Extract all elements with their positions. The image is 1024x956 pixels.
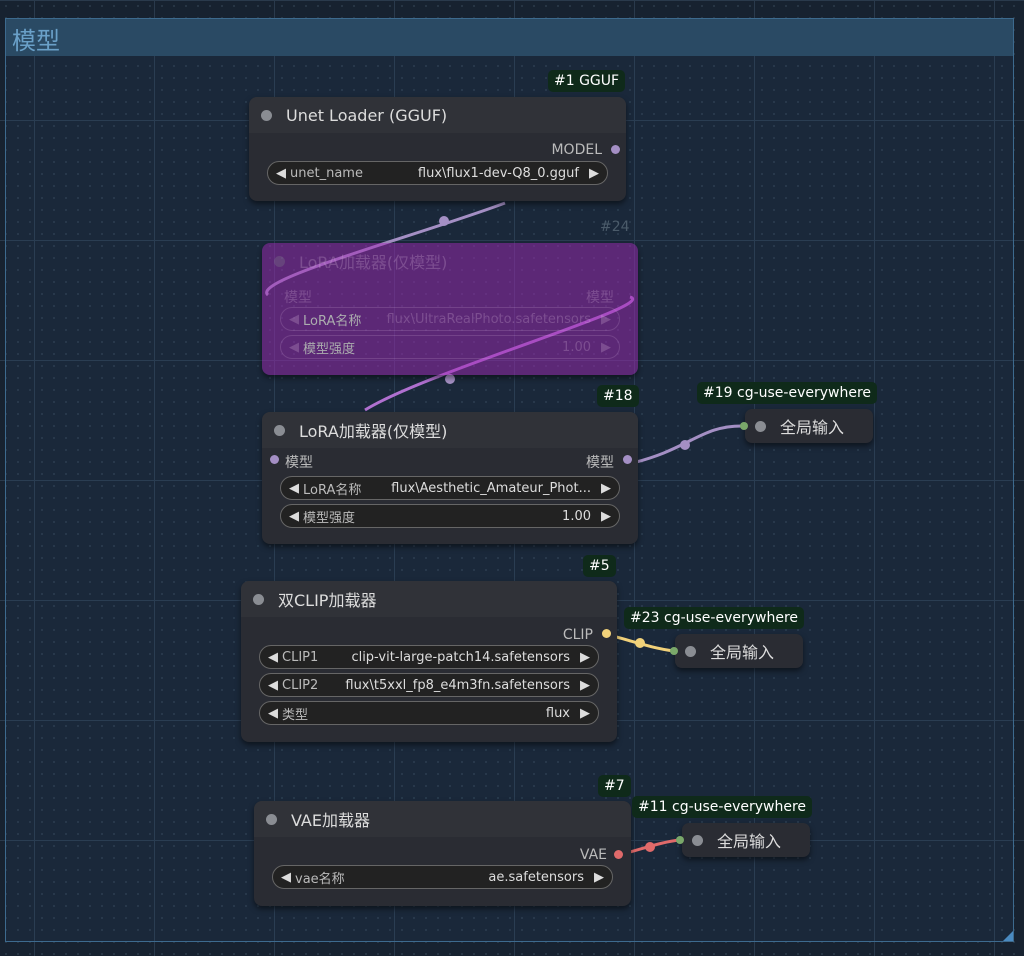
- widget-label: unet_name: [290, 165, 363, 181]
- widget-type[interactable]: ◀ 类型 flux ▶: [259, 701, 599, 725]
- link-midpoint: [645, 842, 655, 852]
- output-label: 模型: [586, 290, 614, 306]
- node-badge: #19 cg-use-everywhere: [697, 382, 878, 404]
- widget-model-strength[interactable]: ◀ 模型强度 1.00 ▶: [280, 335, 620, 359]
- widget-unet-name[interactable]: ◀ unet_name flux\flux1-dev-Q8_0.gguf ▶: [267, 161, 608, 185]
- node-vae-loader[interactable]: VAE加载器 VAE ◀ vae名称 ae.safetensors ▶: [254, 801, 631, 906]
- node-title: LoRA加载器(仅模型): [299, 422, 448, 441]
- node-title: LoRA加载器(仅模型): [299, 253, 448, 272]
- widget-value: flux\Aesthetic_Amateur_Phot...: [391, 480, 591, 496]
- arrow-left-icon[interactable]: ◀: [289, 312, 299, 327]
- widget-value: 1.00: [562, 339, 591, 355]
- arrow-left-icon[interactable]: ◀: [281, 870, 291, 885]
- output-label: CLIP: [562, 627, 593, 643]
- node-badge: #5: [583, 555, 616, 577]
- arrow-right-icon[interactable]: ▶: [580, 706, 590, 721]
- link-midpoint: [439, 216, 449, 226]
- node-badge: #7: [598, 775, 631, 797]
- node-dual-clip-loader[interactable]: 双CLIP加载器 CLIP ◀ CLIP1 clip-vit-large-patch…: [241, 581, 617, 742]
- collapse-dot-icon[interactable]: [755, 420, 766, 432]
- arrow-right-icon[interactable]: ▶: [601, 509, 611, 524]
- collapse-dot-icon[interactable]: [274, 424, 285, 436]
- node-title: VAE加载器: [291, 811, 370, 830]
- input-slot-model[interactable]: [270, 455, 279, 464]
- collapse-dot-icon[interactable]: [274, 255, 285, 267]
- widget-value: flux\UltraRealPhoto.safetensors: [386, 311, 591, 327]
- widget-vae-name[interactable]: ◀ vae名称 ae.safetensors ▶: [272, 865, 613, 889]
- widget-model-strength[interactable]: ◀ 模型强度 1.00 ▶: [280, 504, 620, 528]
- node-badge: #23 cg-use-everywhere: [624, 607, 805, 629]
- widget-label: 类型: [282, 707, 309, 723]
- node-badge: #11 cg-use-everywhere: [632, 796, 813, 818]
- node-title: 全局输入: [780, 418, 845, 437]
- collapse-dot-icon[interactable]: [253, 593, 264, 605]
- collapse-dot-icon[interactable]: [261, 109, 272, 121]
- widget-lora-name[interactable]: ◀ LoRA名称 flux\UltraRealPhoto.safetensors ▶: [280, 307, 620, 331]
- arrow-left-icon[interactable]: ◀: [268, 650, 278, 665]
- input-label: 模型: [284, 290, 312, 306]
- node-badge: #18: [597, 385, 639, 407]
- arrow-right-icon[interactable]: ▶: [601, 481, 611, 496]
- widget-value: flux\flux1-dev-Q8_0.gguf: [417, 165, 579, 181]
- arrow-left-icon[interactable]: ◀: [289, 509, 299, 524]
- widget-label: 模型强度: [303, 341, 356, 357]
- node-badge: #1 GGUF: [548, 70, 626, 92]
- node-badge: #24: [600, 219, 630, 235]
- widget-lora-name[interactable]: ◀ LoRA名称 flux\Aesthetic_Amateur_Phot... ▶: [280, 476, 620, 500]
- node-title: 双CLIP加载器: [278, 591, 377, 610]
- widget-value: ae.safetensors: [488, 869, 584, 885]
- arrow-right-icon[interactable]: ▶: [580, 650, 590, 665]
- node-lora-24-bypassed[interactable]: LoRA加载器(仅模型) 模型 模型 ◀ LoRA名称 flux\UltraRealP…: [262, 243, 638, 375]
- node-lora-18[interactable]: LoRA加载器(仅模型) 模型 模型 ◀ LoRA名称 flux\Aesthetic_…: [262, 412, 638, 544]
- arrow-right-icon[interactable]: ▶: [594, 870, 604, 885]
- widget-label: LoRA名称: [303, 313, 362, 329]
- output-slot-model[interactable]: [611, 145, 620, 154]
- node-unet-loader[interactable]: Unet Loader (GGUF) MODEL ◀ unet_name flux\…: [249, 97, 626, 201]
- widget-clip1[interactable]: ◀ CLIP1 clip-vit-large-patch14.safetensors…: [259, 645, 599, 669]
- arrow-right-icon[interactable]: ▶: [601, 340, 611, 355]
- output-slot-model[interactable]: [623, 455, 632, 464]
- arrow-left-icon[interactable]: ◀: [276, 166, 286, 181]
- output-label: MODEL: [551, 142, 602, 158]
- link-midpoint: [680, 440, 690, 450]
- link-midpoint: [445, 374, 455, 384]
- widget-label: LoRA名称: [303, 482, 362, 498]
- arrow-left-icon[interactable]: ◀: [289, 481, 299, 496]
- arrow-left-icon[interactable]: ◀: [289, 340, 299, 355]
- node-title: Unet Loader (GGUF): [286, 105, 448, 125]
- widget-value: 1.00: [562, 508, 591, 524]
- widget-label: CLIP1: [282, 649, 319, 665]
- arrow-right-icon[interactable]: ▶: [589, 166, 599, 181]
- widget-label: vae名称: [295, 871, 345, 887]
- node-use-everywhere-19[interactable]: 全局输入: [745, 409, 873, 443]
- widget-label: 模型强度: [303, 510, 356, 526]
- collapse-dot-icon[interactable]: [685, 645, 696, 657]
- widget-value: flux: [545, 705, 570, 721]
- arrow-left-icon[interactable]: ◀: [268, 678, 278, 693]
- link-midpoint: [635, 638, 645, 648]
- node-title: 全局输入: [717, 832, 782, 851]
- widget-label: CLIP2: [282, 677, 319, 693]
- output-slot-vae[interactable]: [614, 850, 623, 859]
- output-label: VAE: [579, 847, 607, 863]
- arrow-right-icon[interactable]: ▶: [580, 678, 590, 693]
- output-label: 模型: [586, 455, 614, 471]
- arrow-left-icon[interactable]: ◀: [268, 706, 278, 721]
- arrow-right-icon[interactable]: ▶: [601, 312, 611, 327]
- node-use-everywhere-23[interactable]: 全局输入: [675, 634, 803, 668]
- node-title: 全局输入: [710, 643, 775, 662]
- collapse-dot-icon[interactable]: [266, 813, 277, 825]
- widget-clip2[interactable]: ◀ CLIP2 flux\t5xxl_fp8_e4m3fn.safetensors ▶: [259, 673, 599, 697]
- collapse-dot-icon[interactable]: [692, 834, 703, 846]
- widget-value: flux\t5xxl_fp8_e4m3fn.safetensors: [345, 677, 570, 693]
- input-label: 模型: [285, 455, 313, 471]
- output-slot-clip[interactable]: [602, 629, 611, 638]
- node-use-everywhere-11[interactable]: 全局输入: [682, 823, 810, 857]
- widget-value: clip-vit-large-patch14.safetensors: [351, 649, 570, 665]
